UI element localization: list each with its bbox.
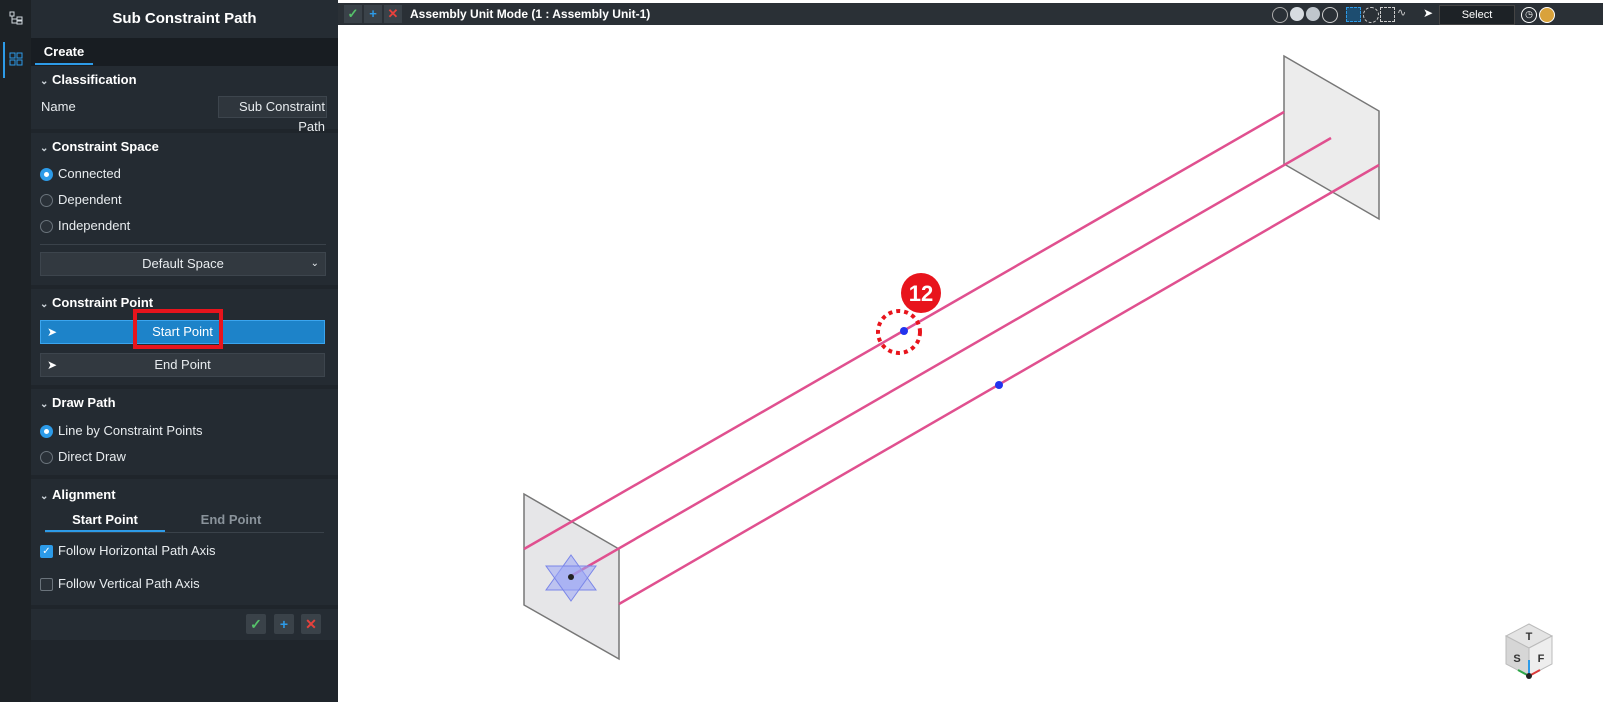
constraint-point-section: ⌄ Constraint Point ➤ Start Point ➤ End Po… bbox=[31, 289, 338, 385]
viewport-toolbar: ✓ + ✕ Assembly Unit Mode (1 : Assembly U… bbox=[338, 3, 1603, 25]
cursor-arrow-icon: ➤ bbox=[47, 358, 58, 372]
end-point-button[interactable]: ➤ End Point bbox=[40, 353, 325, 377]
radio-line-by-points-label: Line by Constraint Points bbox=[58, 423, 203, 438]
origin-point bbox=[568, 574, 574, 580]
left-rail bbox=[0, 0, 31, 702]
panel-footer: ✓ + ✕ bbox=[31, 609, 338, 640]
chevron-down-icon: ⌄ bbox=[40, 491, 49, 502]
alignment-section: ⌄ Alignment Start Point End Point ✓ Follo… bbox=[31, 479, 338, 605]
shaded-view-icon[interactable] bbox=[1290, 7, 1304, 21]
constraint-point-bottom[interactable] bbox=[995, 381, 1003, 389]
draw-path-title: Draw Path bbox=[52, 395, 116, 410]
tree-icon[interactable] bbox=[6, 10, 26, 30]
axis-origin bbox=[1526, 673, 1532, 679]
radio-connected[interactable] bbox=[40, 168, 53, 181]
alignment-title: Alignment bbox=[52, 487, 116, 502]
add-icon[interactable]: + bbox=[274, 614, 294, 634]
lasso-select-icon[interactable] bbox=[1380, 7, 1395, 22]
space-dropdown[interactable]: Default Space ⌄ bbox=[40, 252, 326, 276]
end-point-label: End Point bbox=[154, 357, 211, 372]
divider bbox=[40, 244, 326, 245]
divider bbox=[45, 532, 324, 533]
space-dropdown-value: Default Space bbox=[142, 256, 224, 271]
view-cube-front-label: F bbox=[1538, 653, 1545, 665]
path-line-center[interactable] bbox=[570, 136, 1332, 578]
radio-direct-draw[interactable] bbox=[40, 451, 53, 464]
radio-dependent-label: Dependent bbox=[58, 192, 122, 207]
radio-independent-label: Independent bbox=[58, 218, 131, 233]
chevron-down-icon: ⌄ bbox=[40, 143, 49, 154]
chevron-down-icon: ⌄ bbox=[310, 258, 319, 269]
chevron-down-icon: ⌄ bbox=[40, 399, 49, 410]
classification-section: ⌄ Classification Name Sub Constraint Path bbox=[31, 66, 338, 134]
panel-title: Sub Constraint Path bbox=[31, 0, 338, 38]
highlight-box bbox=[133, 309, 223, 349]
alignment-tab-start[interactable]: Start Point bbox=[45, 510, 165, 532]
hidden-line-view-icon[interactable] bbox=[1322, 7, 1338, 23]
freehand-select-icon[interactable]: ∿ bbox=[1397, 7, 1410, 20]
chevron-down-icon: ⌄ bbox=[40, 299, 49, 310]
step-badge-number: 12 bbox=[909, 281, 933, 306]
check-horizontal-label: Follow Horizontal Path Axis bbox=[58, 543, 216, 558]
draw-path-header[interactable]: ⌄ Draw Path bbox=[40, 393, 116, 413]
alignment-header[interactable]: ⌄ Alignment bbox=[40, 485, 116, 505]
end-plane bbox=[1283, 54, 1380, 221]
property-panel: Sub Constraint Path Create ⌄ Classificati… bbox=[31, 0, 338, 702]
pointer-icon: ➤ bbox=[1423, 6, 1434, 20]
add-icon[interactable]: + bbox=[364, 5, 382, 23]
constraint-point-top[interactable] bbox=[900, 327, 908, 335]
view-cube-top-label: T bbox=[1526, 631, 1533, 643]
radio-independent[interactable] bbox=[40, 220, 53, 233]
circle-select-icon[interactable] bbox=[1363, 7, 1379, 23]
radio-dependent[interactable] bbox=[40, 194, 53, 207]
alignment-tab-end[interactable]: End Point bbox=[171, 510, 291, 530]
chevron-down-icon: ⌄ bbox=[40, 76, 49, 87]
settings-icon[interactable] bbox=[1539, 7, 1555, 23]
check-vertical-axis[interactable] bbox=[40, 578, 53, 591]
shaded-edges-view-icon[interactable] bbox=[1306, 7, 1320, 21]
panel-tabbar: Create bbox=[31, 38, 338, 66]
mode-title: Assembly Unit Mode (1 : Assembly Unit-1) bbox=[410, 7, 651, 21]
clock-icon[interactable]: ◷ bbox=[1521, 7, 1537, 23]
close-icon[interactable]: ✕ bbox=[301, 614, 321, 634]
view-cube-side-label: S bbox=[1513, 653, 1520, 665]
box-select-icon[interactable] bbox=[1346, 7, 1361, 22]
name-field[interactable]: Sub Constraint Path bbox=[218, 96, 327, 134]
check-vertical-label: Follow Vertical Path Axis bbox=[58, 576, 200, 591]
rail-active-indicator bbox=[3, 42, 5, 78]
view-cube[interactable]: T S F bbox=[1502, 620, 1556, 680]
radio-connected-label: Connected bbox=[58, 166, 121, 181]
cursor-arrow-icon: ➤ bbox=[47, 325, 58, 339]
tab-create[interactable]: Create bbox=[35, 41, 93, 65]
confirm-icon[interactable]: ✓ bbox=[344, 5, 362, 23]
wireframe-view-icon[interactable] bbox=[1272, 7, 1288, 23]
radio-line-by-points[interactable] bbox=[40, 425, 53, 438]
viewport-canvas[interactable]: 12 bbox=[338, 25, 1603, 702]
classification-header[interactable]: ⌄ Classification bbox=[40, 70, 137, 90]
layout-icon[interactable] bbox=[6, 51, 26, 71]
constraint-space-section: ⌄ Constraint Space Connected Dependent In… bbox=[31, 133, 338, 285]
classification-title: Classification bbox=[52, 72, 137, 87]
check-horizontal-axis[interactable]: ✓ bbox=[40, 545, 53, 558]
constraint-space-header[interactable]: ⌄ Constraint Space bbox=[40, 137, 159, 157]
select-dropdown[interactable]: Select bbox=[1439, 5, 1515, 25]
constraint-point-title: Constraint Point bbox=[52, 295, 154, 310]
name-label: Name bbox=[41, 99, 76, 114]
confirm-icon[interactable]: ✓ bbox=[246, 614, 266, 634]
radio-direct-draw-label: Direct Draw bbox=[58, 449, 126, 464]
close-icon[interactable]: ✕ bbox=[384, 5, 402, 23]
draw-path-section: ⌄ Draw Path Line by Constraint Points Dir… bbox=[31, 389, 338, 475]
constraint-space-title: Constraint Space bbox=[52, 139, 159, 154]
